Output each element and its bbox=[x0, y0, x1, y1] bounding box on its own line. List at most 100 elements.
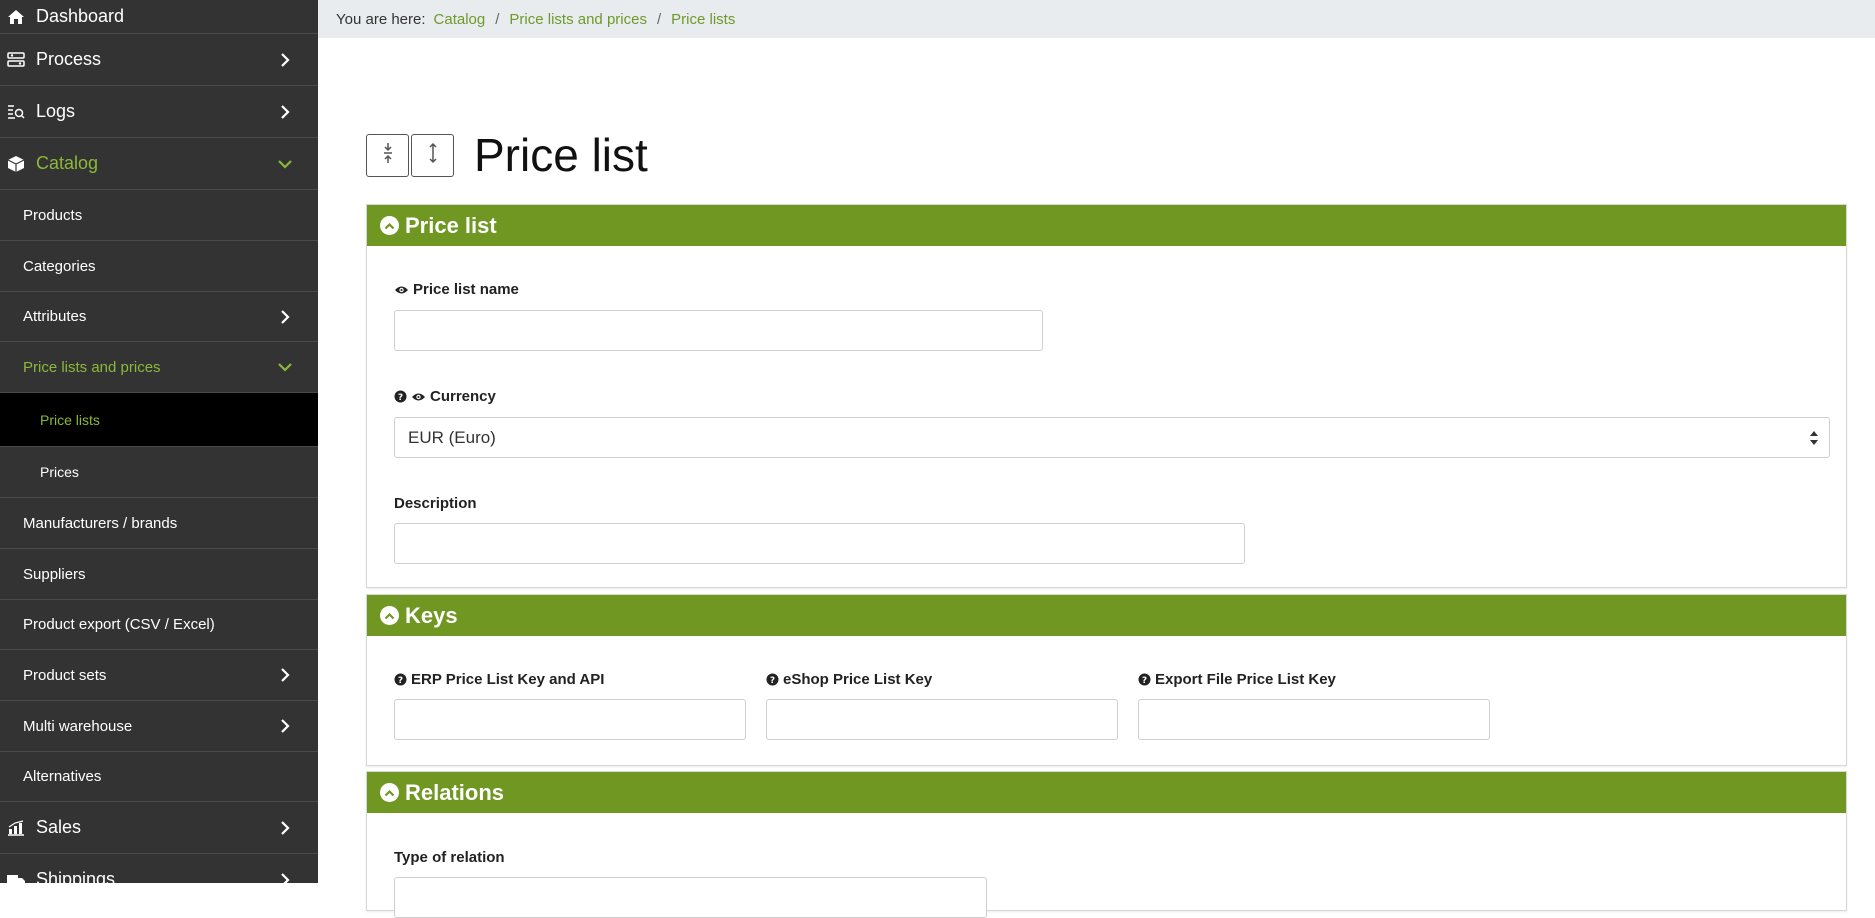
sidebar-item-prices[interactable]: Prices bbox=[0, 447, 318, 498]
relations-panel-header[interactable]: Relations bbox=[367, 772, 1846, 813]
eshop-key-input[interactable] bbox=[766, 699, 1118, 740]
sidebar-item-label: Prices bbox=[40, 464, 79, 480]
sidebar-item-label: Products bbox=[23, 206, 83, 224]
currency-select[interactable]: EUR (Euro) bbox=[394, 417, 1830, 458]
price-list-name-input[interactable] bbox=[394, 310, 1043, 351]
sidebar-item-catalog[interactable]: Catalog bbox=[0, 138, 318, 190]
sidebar-item-label: Price lists bbox=[40, 411, 100, 428]
chevron-right-icon bbox=[274, 869, 296, 883]
chevron-up-circle-icon bbox=[380, 783, 399, 802]
expand-icon bbox=[427, 142, 439, 169]
price-list-name-label: Price list name bbox=[394, 281, 519, 298]
breadcrumb-separator: / bbox=[495, 10, 500, 28]
erp-key-input[interactable] bbox=[394, 699, 746, 740]
panel-title: Relations bbox=[405, 779, 505, 805]
page-header: Price list bbox=[366, 128, 648, 182]
sales-chart-icon bbox=[6, 818, 26, 838]
chevron-up-circle-icon bbox=[380, 216, 399, 235]
chevron-down-icon bbox=[274, 153, 296, 175]
sidebar-item-label: Process bbox=[36, 49, 102, 69]
currency-selected-value: EUR (Euro) bbox=[408, 427, 496, 447]
sidebar-item-product-sets[interactable]: Product sets bbox=[0, 650, 318, 701]
chevron-up-circle-icon bbox=[380, 606, 399, 625]
home-icon bbox=[6, 7, 26, 27]
sort-arrows-icon bbox=[1809, 430, 1819, 451]
sidebar-item-label: Attributes bbox=[23, 308, 87, 325]
eshop-key-label: ? eShop Price List Key bbox=[766, 671, 932, 688]
sidebar-item-label: Multi warehouse bbox=[23, 717, 133, 735]
breadcrumb-link-catalog[interactable]: Catalog bbox=[434, 11, 486, 28]
type-of-relation-select[interactable] bbox=[394, 877, 987, 918]
sidebar-item-alternatives[interactable]: Alternatives bbox=[0, 752, 318, 802]
sidebar-item-price-lists[interactable]: Price lists bbox=[0, 393, 318, 447]
chevron-right-icon bbox=[274, 101, 296, 123]
compress-icon bbox=[382, 142, 394, 169]
breadcrumb-link-price-lists-and-prices[interactable]: Price lists and prices bbox=[509, 11, 647, 28]
sidebar-item-label: Shippings bbox=[36, 869, 116, 883]
logs-icon bbox=[6, 102, 26, 122]
question-circle-icon: ? bbox=[394, 673, 407, 686]
eye-icon bbox=[394, 285, 409, 295]
sidebar-item-manufacturers[interactable]: Manufacturers / brands bbox=[0, 498, 318, 549]
main-content: You are here: Catalog / Price lists and … bbox=[318, 0, 1875, 918]
field-label-text: Export File Price List Key bbox=[1155, 671, 1336, 688]
eye-icon bbox=[411, 392, 426, 402]
sidebar-item-suppliers[interactable]: Suppliers bbox=[0, 549, 318, 600]
erp-key-label: ? ERP Price List Key and API bbox=[394, 671, 604, 688]
sidebar-item-multi-warehouse[interactable]: Multi warehouse bbox=[0, 701, 318, 752]
sidebar-item-process[interactable]: Process bbox=[0, 34, 318, 86]
sidebar-item-label: Catalog bbox=[36, 153, 99, 173]
breadcrumb-link-price-lists[interactable]: Price lists bbox=[671, 11, 735, 28]
sidebar-item-attributes[interactable]: Attributes bbox=[0, 292, 318, 342]
question-circle-icon: ? bbox=[1138, 673, 1151, 686]
page-title: Price list bbox=[474, 129, 648, 181]
sidebar-item-label: Alternatives bbox=[23, 768, 102, 785]
chevron-right-icon bbox=[274, 715, 296, 737]
sidebar-item-label: Manufacturers / brands bbox=[23, 514, 178, 532]
svg-text:?: ? bbox=[770, 676, 775, 686]
sidebar-item-shippings[interactable]: Shippings bbox=[0, 854, 318, 883]
sidebar-item-products[interactable]: Products bbox=[0, 190, 318, 241]
sidebar-item-logs[interactable]: Logs bbox=[0, 86, 318, 138]
sidebar-item-categories[interactable]: Categories bbox=[0, 241, 318, 292]
svg-text:?: ? bbox=[398, 676, 403, 686]
field-label-text: Type of relation bbox=[394, 849, 505, 866]
panel-title: Price list bbox=[405, 212, 497, 238]
sidebar-item-dashboard[interactable]: Dashboard bbox=[0, 0, 318, 34]
price-list-panel-header[interactable]: Price list bbox=[367, 205, 1846, 246]
chevron-right-icon bbox=[274, 817, 296, 839]
sidebar-item-label: Categories bbox=[23, 257, 96, 275]
field-label-text: ERP Price List Key and API bbox=[411, 671, 605, 688]
field-label-text: Description bbox=[394, 495, 477, 512]
export-key-label: ? Export File Price List Key bbox=[1138, 671, 1336, 688]
question-circle-icon: ? bbox=[394, 390, 407, 403]
truck-icon bbox=[6, 870, 26, 883]
breadcrumb: You are here: Catalog / Price lists and … bbox=[318, 0, 1875, 38]
collapse-all-button[interactable] bbox=[366, 133, 409, 177]
sidebar-item-label: Sales bbox=[36, 817, 82, 837]
svg-text:?: ? bbox=[1142, 676, 1147, 686]
currency-label: ? Currency bbox=[394, 388, 496, 405]
sidebar-item-sales[interactable]: Sales bbox=[0, 802, 318, 854]
breadcrumb-prefix: You are here: bbox=[336, 10, 426, 28]
svg-text:?: ? bbox=[398, 393, 403, 403]
description-label: Description bbox=[394, 495, 477, 512]
type-of-relation-label: Type of relation bbox=[394, 849, 505, 866]
breadcrumb-separator: / bbox=[656, 10, 662, 28]
sidebar-item-label: Product sets bbox=[23, 666, 107, 684]
sidebar-item-label: Dashboard bbox=[36, 6, 125, 26]
process-icon bbox=[6, 50, 26, 70]
chevron-down-icon bbox=[274, 356, 296, 378]
keys-panel-header[interactable]: Keys bbox=[367, 595, 1846, 636]
cube-icon bbox=[6, 154, 26, 174]
description-input[interactable] bbox=[394, 523, 1245, 564]
export-key-input[interactable] bbox=[1138, 699, 1490, 740]
question-circle-icon: ? bbox=[766, 673, 779, 686]
chevron-right-icon bbox=[274, 49, 296, 71]
sidebar: Dashboard Process Logs Catalog Products … bbox=[0, 0, 318, 883]
sidebar-item-price-lists-and-prices[interactable]: Price lists and prices bbox=[0, 342, 318, 393]
price-list-panel: Price list Price list name ? Currency EU… bbox=[366, 204, 1847, 588]
sidebar-item-product-export[interactable]: Product export (CSV / Excel) bbox=[0, 600, 318, 650]
sidebar-item-label: Logs bbox=[36, 101, 76, 121]
expand-all-button[interactable] bbox=[411, 133, 454, 177]
